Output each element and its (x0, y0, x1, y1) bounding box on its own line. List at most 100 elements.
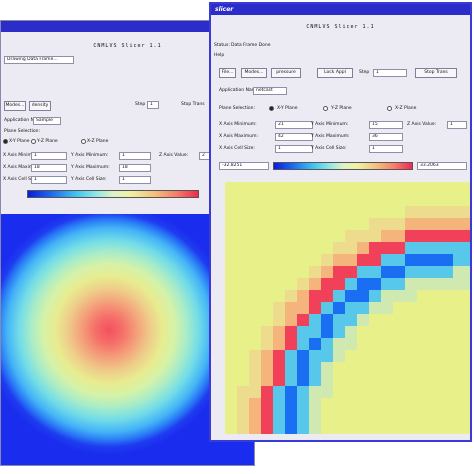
heatmap-cell (357, 290, 369, 302)
heatmap-cell (357, 254, 369, 266)
back-x-max-field[interactable]: 18 (31, 164, 67, 172)
front-y-min-label: Y Axis Minimum: (311, 122, 349, 127)
heatmap-cell (381, 302, 393, 314)
front-radio-yz[interactable] (323, 106, 328, 111)
heatmap-cell (345, 278, 357, 290)
front-x-max-field[interactable]: 42 (275, 133, 313, 141)
back-y-min-field[interactable]: 1 (119, 152, 151, 160)
heatmap-cell (369, 230, 381, 242)
front-x-cell-label: X Axis Cell Size: (219, 146, 255, 151)
back-step-field[interactable]: 1 (147, 101, 159, 109)
heatmap-cell (417, 230, 429, 242)
back-y-max-field[interactable]: 18 (119, 164, 151, 172)
heatmap-cell (297, 410, 309, 422)
back-y-max-label: Y Axis Maximum: (71, 165, 110, 170)
heatmap-cell (429, 254, 441, 266)
heatmap-cell (297, 326, 309, 338)
heatmap-cell (273, 410, 285, 422)
heatmap-cell (417, 278, 429, 290)
back-x-min-field[interactable]: 1 (31, 152, 67, 160)
heatmap-cell (453, 230, 465, 242)
front-z-val-label: Z Axis Value: (407, 122, 437, 127)
front-pressure-button[interactable]: pressure (271, 68, 301, 78)
front-y-min-field[interactable]: 15 (369, 121, 403, 129)
front-step-label: Step (359, 70, 370, 75)
heatmap-cell (261, 362, 273, 374)
heatmap-cell (333, 242, 345, 254)
heatmap-cell (237, 422, 249, 434)
heatmap-cell (261, 398, 273, 410)
heatmap-cell (369, 242, 381, 254)
front-window-titlebar[interactable]: slicer (211, 4, 470, 15)
front-file-button[interactable]: File... (219, 68, 236, 78)
heatmap-cell (417, 242, 429, 254)
heatmap-cell (249, 422, 261, 434)
back-x-cell-field[interactable]: 1 (31, 176, 67, 184)
front-stop-trans-button[interactable]: Stop Trans (415, 68, 457, 78)
front-slicer-window: slicer CNMLVS Slicer 1.1 Status: Data Fr… (209, 2, 472, 442)
heatmap-cell (345, 254, 357, 266)
heatmap-cell (297, 302, 309, 314)
front-y-cell-field[interactable]: 1 (369, 145, 403, 153)
heatmap-cell (417, 218, 429, 230)
heatmap-cell (297, 398, 309, 410)
heatmap-cell (309, 278, 321, 290)
heatmap-cell (441, 230, 453, 242)
back-radio-xy[interactable] (3, 139, 8, 144)
heatmap-cell (393, 266, 405, 278)
front-status-value: Data Frame Done (231, 43, 271, 48)
heatmap-cell (357, 242, 369, 254)
heatmap-cell (369, 278, 381, 290)
front-pressure-heatmap (237, 206, 470, 434)
front-app-name-field[interactable]: netcast (253, 87, 287, 95)
heatmap-cell (309, 386, 321, 398)
front-y-cell-label: Y Axis Cell Size: (311, 146, 347, 151)
back-step-label: Step (135, 102, 146, 107)
front-pressure-slice-plot[interactable] (225, 182, 470, 434)
heatmap-cell (453, 206, 465, 218)
heatmap-cell (321, 374, 333, 386)
heatmap-cell (309, 422, 321, 434)
heatmap-cell (405, 218, 417, 230)
front-z-val-field[interactable]: 1 (447, 121, 467, 129)
front-lock-appl-button[interactable]: Lock Appl (317, 68, 353, 78)
heatmap-cell (345, 302, 357, 314)
front-modes-button[interactable]: Modes... (241, 68, 267, 78)
back-y-cell-field[interactable]: 1 (119, 176, 151, 184)
heatmap-cell (273, 362, 285, 374)
back-app-name-field[interactable]: Sample (33, 117, 61, 125)
front-radio-xy[interactable] (269, 106, 274, 111)
back-modes-button[interactable]: Modes... (4, 101, 26, 111)
heatmap-cell (465, 254, 470, 266)
back-radio-xz[interactable] (81, 139, 86, 144)
heatmap-cell (321, 290, 333, 302)
heatmap-cell (285, 350, 297, 362)
heatmap-cell (465, 266, 470, 278)
heatmap-cell (333, 338, 345, 350)
front-plane-selection-label: Plane Selection: (219, 106, 256, 111)
heatmap-cell (297, 278, 309, 290)
heatmap-cell (333, 326, 345, 338)
back-color-scale-bar (27, 190, 199, 198)
front-help-menu[interactable]: Help (214, 53, 224, 58)
front-x-min-field[interactable]: 21 (275, 121, 313, 129)
heatmap-cell (393, 254, 405, 266)
heatmap-cell (369, 302, 381, 314)
heatmap-cell (297, 338, 309, 350)
heatmap-cell (309, 314, 321, 326)
heatmap-cell (249, 386, 261, 398)
back-radio-yz[interactable] (31, 139, 36, 144)
heatmap-cell (249, 350, 261, 362)
heatmap-cell (405, 242, 417, 254)
front-x-cell-field[interactable]: 1 (275, 145, 313, 153)
heatmap-cell (405, 254, 417, 266)
back-density-button[interactable]: density (29, 101, 51, 111)
heatmap-cell (357, 302, 369, 314)
front-radio-xz[interactable] (387, 106, 392, 111)
heatmap-cell (345, 314, 357, 326)
front-step-field[interactable]: 1 (373, 69, 407, 77)
heatmap-cell (381, 290, 393, 302)
front-y-max-field[interactable]: 36 (369, 133, 403, 141)
back-stop-label[interactable]: Stop Trans (181, 102, 205, 107)
heatmap-cell (297, 314, 309, 326)
